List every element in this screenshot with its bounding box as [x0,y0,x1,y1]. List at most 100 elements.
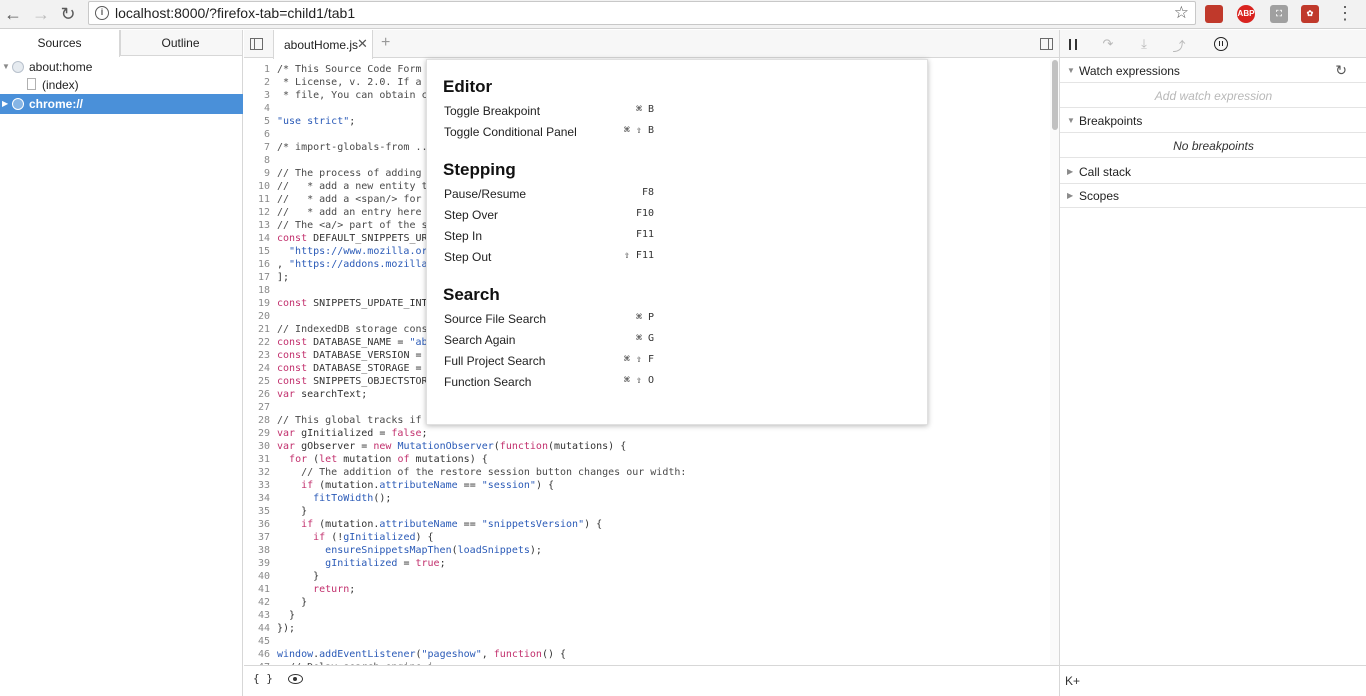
line-number[interactable]: 25 [244,375,270,388]
watch-expression-input[interactable]: Add watch expression [1060,84,1366,108]
line-number[interactable]: 31 [244,453,270,466]
line-number[interactable]: 2 [244,76,270,89]
line-number[interactable]: 41 [244,583,270,596]
line-number[interactable]: 33 [244,479,270,492]
tree-item-about-home[interactable]: ▼ about:home [0,58,243,76]
line-number[interactable]: 10 [244,180,270,193]
line-number[interactable]: 1 [244,63,270,76]
line-number[interactable]: 44 [244,622,270,635]
line-number[interactable]: 17 [244,271,270,284]
line-number[interactable]: 8 [244,154,270,167]
line-number[interactable]: 19 [244,297,270,310]
line-number[interactable]: 7 [244,141,270,154]
code-line[interactable]: 40 } [244,570,1050,583]
line-number[interactable]: 13 [244,219,270,232]
code-line[interactable]: 37 if (!gInitialized) { [244,531,1050,544]
code-line[interactable]: 43 } [244,609,1050,622]
line-number[interactable]: 4 [244,102,270,115]
back-arrow-icon[interactable]: ← [2,3,24,25]
line-number[interactable]: 23 [244,349,270,362]
call-stack-header[interactable]: ▶ Call stack [1060,160,1366,184]
step-over-icon[interactable]: ↷ [1100,36,1116,52]
line-number[interactable]: 32 [244,466,270,479]
line-number[interactable]: 6 [244,128,270,141]
address-bar[interactable]: i localhost:8000/?firefox-tab=child1/tab… [88,1,1196,25]
url-text[interactable]: localhost:8000/?firefox-tab=child1/tab1 [115,5,355,21]
close-icon[interactable]: ✕ [357,36,368,52]
line-number[interactable]: 29 [244,427,270,440]
code-line[interactable]: 32 // The addition of the restore sessio… [244,466,1050,479]
forward-arrow-icon[interactable]: → [30,3,52,25]
line-number[interactable]: 9 [244,167,270,180]
code-line[interactable]: 44}); [244,622,1050,635]
pdf-icon[interactable]: ⛶ [1270,5,1288,23]
code-line[interactable]: 46 window.addEventListener("pageshow", fu… [244,648,1050,661]
toggle-left-pane-icon[interactable] [250,38,263,50]
line-number[interactable]: 16 [244,258,270,271]
line-number[interactable]: 46 [244,648,270,661]
chevron-down-icon[interactable]: ▼ [2,58,12,76]
code-line[interactable]: 42 } [244,596,1050,609]
bookmark-red-icon[interactable] [1205,5,1223,23]
line-number[interactable]: 11 [244,193,270,206]
code-line[interactable]: 30 var gObserver = new MutationObserver(f… [244,440,1050,453]
tree-item-index[interactable]: (index) [0,76,243,94]
line-number[interactable]: 39 [244,557,270,570]
scrollbar-thumb[interactable] [1052,60,1058,130]
code-line[interactable]: 33 if (mutation.attributeName == "sessio… [244,479,1050,492]
tree-item-chrome[interactable]: ▶ chrome:// [0,94,243,114]
line-number[interactable]: 24 [244,362,270,375]
code-line[interactable]: 36 if (mutation.attributeName == "snippe… [244,518,1050,531]
more-vert-icon[interactable]: ⋮ [1336,3,1354,25]
line-number[interactable]: 15 [244,245,270,258]
line-number[interactable]: 36 [244,518,270,531]
line-number[interactable]: 26 [244,388,270,401]
code-line[interactable]: 38 ensureSnippetsMapThen(loadSnippets); [244,544,1050,557]
add-tab-icon[interactable]: + [381,34,390,52]
line-number[interactable]: 22 [244,336,270,349]
line-number[interactable]: 27 [244,401,270,414]
eye-icon[interactable] [288,674,303,684]
code-line[interactable]: 29 var gInitialized = false; [244,427,1050,440]
line-number[interactable]: 30 [244,440,270,453]
code-line[interactable]: 31 for (let mutation of mutations) { [244,453,1050,466]
line-number[interactable]: 5 [244,115,270,128]
line-number[interactable]: 12 [244,206,270,219]
line-number[interactable]: 38 [244,544,270,557]
bookmark-star-icon[interactable]: ☆ [1174,3,1189,23]
watch-expressions-header[interactable]: ▼ Watch expressions ↻ [1060,59,1366,83]
tab-sources[interactable]: Sources [0,30,120,57]
reload-icon[interactable]: ↻ [57,3,79,25]
line-number[interactable]: 18 [244,284,270,297]
keyboard-shortcuts-button[interactable]: K+ [1065,674,1080,688]
code-line[interactable]: 41 return; [244,583,1050,596]
line-number[interactable]: 35 [244,505,270,518]
code-line[interactable]: 35 } [244,505,1050,518]
pretty-print-button[interactable]: { } [253,672,273,685]
line-number[interactable]: 45 [244,635,270,648]
puzzle-icon[interactable]: ✿ [1301,5,1319,23]
source-tab[interactable]: aboutHome.js ✕ [273,30,373,59]
code-line[interactable]: 34 fitToWidth(); [244,492,1050,505]
line-number[interactable]: 28 [244,414,270,427]
line-number[interactable]: 37 [244,531,270,544]
step-out-icon[interactable]: ⤴ [1171,36,1187,54]
line-number[interactable]: 40 [244,570,270,583]
pause-on-exceptions-icon[interactable] [1214,37,1228,51]
editor-scrollbar[interactable] [1050,59,1059,665]
chevron-right-icon[interactable]: ▶ [2,94,12,114]
scopes-header[interactable]: ▶ Scopes [1060,184,1366,208]
breakpoints-header[interactable]: ▼ Breakpoints [1060,109,1366,133]
code-line[interactable]: 45 [244,635,1050,648]
refresh-icon[interactable]: ↻ [1335,62,1347,79]
line-number[interactable]: 42 [244,596,270,609]
pause-icon[interactable] [1069,39,1078,50]
line-number[interactable]: 21 [244,323,270,336]
toggle-right-pane-icon[interactable] [1040,38,1053,50]
line-number[interactable]: 20 [244,310,270,323]
line-number[interactable]: 43 [244,609,270,622]
info-icon[interactable]: i [95,6,109,20]
tab-outline[interactable]: Outline [120,30,240,56]
step-in-icon[interactable]: ⤓ [1136,36,1152,52]
code-line[interactable]: 39 gInitialized = true; [244,557,1050,570]
